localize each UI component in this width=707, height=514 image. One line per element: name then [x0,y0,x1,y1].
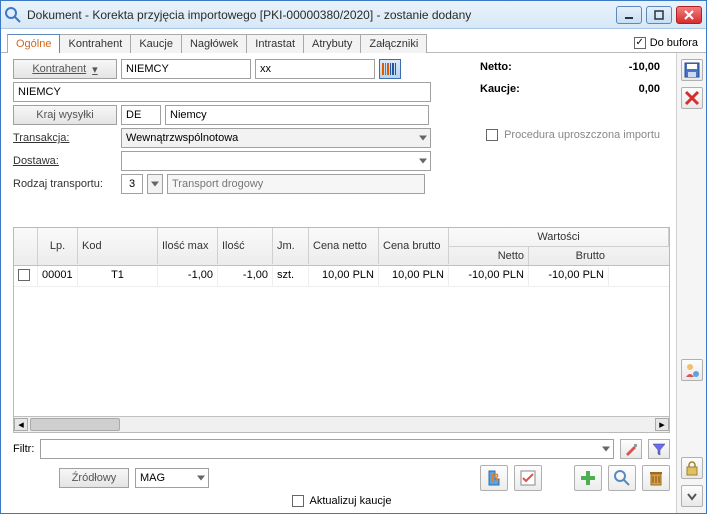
update-kaucje-label: Aktualizuj kaucje [310,495,392,507]
cell-cb: 10,00 PLN [379,266,449,286]
app-icon [5,7,21,23]
cell-wb: -10,00 PLN [529,266,609,286]
col-lp[interactable]: Lp. [38,228,78,264]
tab-bar: Ogólne Kontrahent Kaucje Nagłówek Intras… [1,29,706,53]
cell-kod: T1 [78,266,158,286]
kaucje-label: Kaucje: [480,83,520,95]
cell-jm: szt. [273,266,309,286]
kontrahent-long-field[interactable]: NIEMCY [13,82,431,102]
kraj-name-field[interactable]: Niemcy [165,105,429,125]
scroll-thumb[interactable] [30,418,120,431]
tab-ogolne[interactable]: Ogólne [7,34,60,53]
tab-intrastat[interactable]: Intrastat [247,34,304,53]
rodzaj-code-field[interactable]: 3 [121,174,143,194]
kontrahent-code-field[interactable]: xx [255,59,375,79]
delete-button[interactable] [642,465,670,491]
cancel-button[interactable] [681,87,703,109]
transakcja-label: Transakcja: [13,132,117,144]
tab-naglowek[interactable]: Nagłówek [182,34,247,53]
scroll-left-arrow[interactable]: ◂ [14,418,28,431]
col-imax[interactable]: Ilość max [158,228,218,264]
app-window: Dokument - Korekta przyjęcia importowego… [0,0,707,514]
netto-value: -10,00 [629,61,660,73]
source-button[interactable]: Źródłowy [59,468,129,488]
add-button[interactable] [574,465,602,491]
close-button[interactable] [676,6,702,24]
col-kod[interactable]: Kod [78,228,158,264]
dostawa-label: Dostawa: [13,155,117,167]
kontrahent-field[interactable]: NIEMCY [121,59,251,79]
update-kaucje-checkbox[interactable] [292,495,304,507]
kontrahent-button[interactable]: Kontrahent ▾ [13,59,117,79]
cell-ilosc: -1,00 [218,266,273,286]
col-ilosc[interactable]: Ilość [218,228,273,264]
cell-wn: -10,00 PLN [449,266,529,286]
save-button[interactable] [681,59,703,81]
source-select[interactable]: MAG [135,468,209,488]
summary-panel: Netto: -10,00 Kaucje: 0,00 [480,61,660,105]
cell-lp: 00001 [38,266,78,286]
user-button[interactable] [681,359,703,381]
horizontal-scrollbar[interactable]: ◂ ▸ [14,416,669,432]
tab-zalaczniki[interactable]: Załączniki [361,34,427,53]
col-cb[interactable]: Cena brutto [379,228,449,264]
filter-apply-button[interactable] [648,439,670,459]
minimize-button[interactable] [616,6,642,24]
filter-edit-button[interactable] [620,439,642,459]
expand-button[interactable] [681,485,703,507]
rodzaj-label: Rodzaj transportu: [13,178,117,190]
rodzaj-dropdown[interactable] [147,174,163,194]
buffer-label: Do bufora [650,37,698,49]
procedure-label: Procedura uproszczona importu [504,129,660,141]
col-wn[interactable]: Netto [449,247,529,265]
tab-kaucje[interactable]: Kaucje [131,34,182,53]
rodzaj-text-field: Transport drogowy [167,174,425,194]
barcode-button[interactable] [379,59,401,79]
items-grid: Lp. Kod Ilość max Ilość Jm. Cena netto C… [13,227,670,433]
procedure-check-icon [486,129,498,141]
window-title: Dokument - Korekta przyjęcia importowego… [27,8,616,22]
check-button[interactable] [514,465,542,491]
titlebar: Dokument - Korekta przyjęcia importowego… [1,1,706,29]
col-wb[interactable]: Brutto [529,247,609,265]
scroll-right-arrow[interactable]: ▸ [655,418,669,431]
row-checkbox[interactable] [18,269,30,281]
search-button[interactable] [608,465,636,491]
check-icon: ✓ [634,37,646,49]
grid-body[interactable]: 00001 T1 -1,00 -1,00 szt. 10,00 PLN 10,0… [14,266,669,416]
buffer-checkbox[interactable]: ✓ Do bufora [634,37,698,49]
filter-input[interactable] [40,439,614,459]
filter-label: Filtr: [13,443,34,455]
dostawa-select[interactable] [121,151,431,171]
transakcja-select[interactable]: Wewnątrzwspólnotowa [121,128,431,148]
table-row[interactable]: 00001 T1 -1,00 -1,00 szt. 10,00 PLN 10,0… [14,266,669,287]
lock-button[interactable] [681,457,703,479]
side-toolbar [676,53,706,513]
kraj-button[interactable]: Kraj wysyłki [13,105,117,125]
tab-atrybuty[interactable]: Atrybuty [304,34,361,53]
col-cn[interactable]: Cena netto [309,228,379,264]
cell-cn: 10,00 PLN [309,266,379,286]
cell-imax: -1,00 [158,266,218,286]
svg-text:R: R [491,472,499,484]
kraj-code-field[interactable]: DE [121,105,161,125]
procedure-checkbox[interactable]: Procedura uproszczona importu [486,129,660,141]
boot-button[interactable]: R [480,465,508,491]
maximize-button[interactable] [646,6,672,24]
kaucje-value: 0,00 [639,83,660,95]
col-group-wartosci: Wartości [449,228,669,247]
netto-label: Netto: [480,61,512,73]
col-jm[interactable]: Jm. [273,228,309,264]
tab-kontrahent[interactable]: Kontrahent [60,34,131,53]
